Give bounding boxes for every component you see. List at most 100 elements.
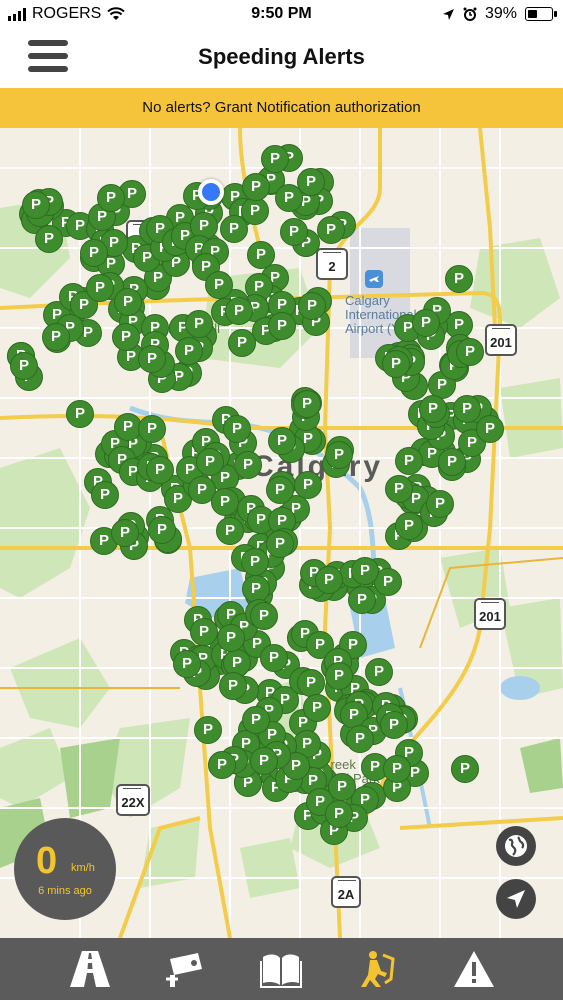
speed-trap-pin[interactable]: P: [208, 751, 236, 779]
speed-trap-pin[interactable]: P: [66, 400, 94, 428]
speed-trap-pin[interactable]: P: [325, 662, 353, 690]
speed-trap-pin[interactable]: P: [383, 755, 411, 783]
speed-trap-pin[interactable]: P: [380, 711, 408, 739]
status-bar: ROGERS 9:50 PM 39%: [0, 0, 563, 30]
speed-trap-pin[interactable]: P: [266, 476, 294, 504]
speed-trap-pin[interactable]: P: [346, 725, 374, 753]
speed-trap-pin[interactable]: P: [250, 747, 278, 775]
speed-camera-icon[interactable]: [162, 949, 206, 989]
speed-trap-pin[interactable]: P: [293, 390, 321, 418]
speed-trap-pin[interactable]: P: [112, 323, 140, 351]
speed-trap-pin[interactable]: P: [348, 586, 376, 614]
speed-trap-pin[interactable]: P: [453, 395, 481, 423]
battery-icon: [525, 7, 557, 21]
tab-bar: [0, 938, 563, 1000]
highway-shield-201-south: 201: [474, 598, 506, 630]
airport-icon: [365, 270, 383, 288]
speed-trap-pin[interactable]: P: [365, 658, 393, 686]
navigation-arrow-icon[interactable]: [496, 879, 536, 919]
speed-trap-pin[interactable]: P: [211, 488, 239, 516]
speed-trap-pin[interactable]: P: [445, 265, 473, 293]
speed-trap-pin[interactable]: P: [385, 475, 413, 503]
speed-trap-pin[interactable]: P: [194, 716, 222, 744]
speed-trap-pin[interactable]: P: [111, 519, 139, 547]
speed-trap-pin[interactable]: P: [146, 456, 174, 484]
speed-trap-pin[interactable]: P: [10, 352, 38, 380]
speed-trap-pin[interactable]: P: [242, 173, 270, 201]
speed-trap-pin[interactable]: P: [241, 197, 269, 225]
speed-trap-pin[interactable]: P: [325, 800, 353, 828]
school-zone-icon[interactable]: [355, 949, 399, 989]
speed-trap-pin[interactable]: P: [412, 309, 440, 337]
road-icon[interactable]: [68, 949, 112, 989]
speed-trap-pin[interactable]: P: [261, 145, 289, 173]
status-right: 39%: [442, 5, 557, 23]
nav-bar: Speeding Alerts: [0, 30, 563, 88]
speed-value: 0: [36, 840, 58, 882]
speed-trap-pin[interactable]: P: [294, 471, 322, 499]
speed-trap-pin[interactable]: P: [298, 292, 326, 320]
speed-trap-pin[interactable]: P: [382, 350, 410, 378]
speed-trap-pin[interactable]: P: [268, 312, 296, 340]
speed-trap-pin[interactable]: P: [247, 241, 275, 269]
speed-trap-pin[interactable]: P: [234, 451, 262, 479]
speed-trap-pin[interactable]: P: [205, 271, 233, 299]
speed-trap-pin[interactable]: P: [260, 644, 288, 672]
speed-trap-pin[interactable]: P: [426, 490, 454, 518]
speed-trap-pin[interactable]: P: [280, 218, 308, 246]
alarm-icon: [463, 7, 477, 21]
speed-trap-pin[interactable]: P: [275, 184, 303, 212]
speed-trap-pin[interactable]: P: [395, 512, 423, 540]
globe-icon[interactable]: [496, 826, 536, 866]
speed-trap-pin[interactable]: P: [476, 415, 504, 443]
speed-trap-pin[interactable]: P: [86, 274, 114, 302]
speed-trap-pin[interactable]: P: [148, 516, 176, 544]
speed-trap-pin[interactable]: P: [328, 773, 356, 801]
speed-trap-pin[interactable]: P: [395, 447, 423, 475]
highway-shield-2a: 2A: [331, 876, 361, 908]
speed-trap-pin[interactable]: P: [242, 706, 270, 734]
map-view[interactable]: Calgary International Airport (YYC) Nose…: [0, 128, 563, 938]
speed-trap-pin[interactable]: P: [315, 566, 343, 594]
warning-icon[interactable]: [452, 949, 496, 989]
speed-trap-pin[interactable]: P: [80, 239, 108, 267]
speed-trap-pin[interactable]: P: [114, 288, 142, 316]
speed-trap-pin[interactable]: P: [217, 624, 245, 652]
speed-trap-pin[interactable]: P: [451, 755, 479, 783]
highway-shield-22x: 22X: [116, 784, 150, 816]
speed-trap-pin[interactable]: P: [22, 191, 50, 219]
hamburger-menu-icon[interactable]: [28, 40, 68, 76]
speed-trap-pin[interactable]: P: [196, 448, 224, 476]
speed-trap-pin[interactable]: P: [268, 427, 296, 455]
user-location-dot: [198, 179, 224, 205]
speed-trap-pin[interactable]: P: [97, 184, 125, 212]
notification-banner[interactable]: No alerts? Grant Notification authorizat…: [0, 88, 563, 128]
speed-trap-pin[interactable]: P: [190, 618, 218, 646]
speed-trap-pin[interactable]: P: [175, 337, 203, 365]
speed-trap-pin[interactable]: P: [173, 650, 201, 678]
speed-trap-pin[interactable]: P: [219, 672, 247, 700]
speed-trap-pin[interactable]: P: [325, 441, 353, 469]
speed-trap-pin[interactable]: P: [138, 345, 166, 373]
speed-trap-pin[interactable]: P: [438, 448, 466, 476]
speed-trap-pin[interactable]: P: [297, 669, 325, 697]
speed-trap-pin[interactable]: P: [138, 415, 166, 443]
speed-trap-pin[interactable]: P: [250, 602, 278, 630]
speed-trap-pin[interactable]: P: [216, 517, 244, 545]
book-icon[interactable]: [259, 949, 303, 989]
speed-trap-pin[interactable]: P: [456, 338, 484, 366]
speed-trap-pin[interactable]: P: [303, 694, 331, 722]
speed-trap-pin[interactable]: P: [419, 395, 447, 423]
speed-trap-pin[interactable]: P: [185, 310, 213, 338]
speed-unit: km/h: [71, 862, 95, 874]
speed-trap-pin[interactable]: P: [266, 530, 294, 558]
speed-trap-pin[interactable]: P: [35, 225, 63, 253]
speed-trap-pin[interactable]: P: [91, 481, 119, 509]
battery-percent: 39%: [484, 5, 517, 22]
speed-trap-pin[interactable]: P: [225, 297, 253, 325]
speed-trap-pin[interactable]: P: [223, 415, 251, 443]
speed-trap-pin[interactable]: P: [241, 548, 269, 576]
speed-trap-pin[interactable]: P: [42, 323, 70, 351]
speed-trap-pin[interactable]: P: [351, 557, 379, 585]
speed-trap-pin[interactable]: P: [317, 216, 345, 244]
